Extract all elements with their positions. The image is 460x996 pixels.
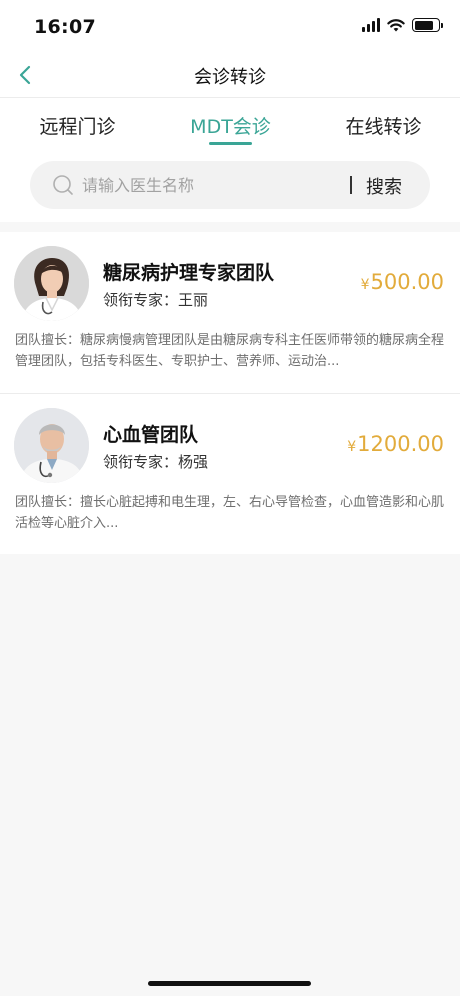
team-name: 糖尿病护理专家团队: [103, 262, 275, 284]
search-button[interactable]: 搜索: [366, 173, 402, 199]
tab-mdt-consultation[interactable]: MDT会诊: [172, 112, 289, 139]
search-icon: [53, 175, 73, 195]
tab-online-referral[interactable]: 在线转诊: [326, 112, 441, 139]
price-amount: 1200.00: [357, 432, 444, 456]
price-amount: 500.00: [370, 270, 444, 294]
avatar: [14, 246, 89, 321]
team-card[interactable]: 心血管团队 领衔专家：杨强 ¥1200.00 团队擅长：擅长心脏起搏和电生理，左…: [0, 394, 460, 554]
cellular-signal-icon: [362, 18, 380, 32]
tab-bar: 远程门诊 MDT会诊 在线转诊: [0, 98, 460, 153]
team-list: 糖尿病护理专家团队 领衔专家：王丽 ¥500.00 团队擅长：糖尿病慢病管理团队…: [0, 232, 460, 554]
status-bar: 16:07: [0, 0, 460, 52]
team-description: 团队擅长：糖尿病慢病管理团队是由糖尿病专科主任医师带领的糖尿病全程管理团队，包括…: [15, 333, 445, 369]
tab-remote-clinic[interactable]: 远程门诊: [20, 112, 135, 139]
search-divider: [350, 176, 352, 194]
status-icons: [362, 18, 443, 32]
home-indicator: [148, 981, 311, 986]
search-section: 搜索: [0, 153, 460, 222]
search-bar: 搜索: [30, 161, 430, 209]
avatar: [14, 408, 89, 483]
wifi-icon: [387, 19, 405, 32]
team-price: ¥1200.00: [347, 432, 444, 456]
team-card[interactable]: 糖尿病护理专家团队 领衔专家：王丽 ¥500.00 团队擅长：糖尿病慢病管理团队…: [0, 232, 460, 394]
status-time: 16:07: [34, 16, 96, 38]
team-description: 团队擅长：擅长心脏起搏和电生理，左、右心导管检查，心血管造影和心肌活检等心脏介入…: [15, 495, 445, 531]
search-input[interactable]: [82, 171, 332, 199]
team-name: 心血管团队: [103, 424, 199, 446]
team-lead-expert: 领衔专家：王丽: [103, 291, 209, 309]
page-title: 会诊转诊: [194, 67, 266, 88]
team-price: ¥500.00: [361, 270, 444, 294]
battery-icon: [412, 18, 443, 32]
female-doctor-avatar-icon: [14, 246, 89, 321]
currency-symbol: ¥: [347, 439, 357, 455]
nav-bar: 会诊转诊: [0, 52, 460, 98]
currency-symbol: ¥: [360, 277, 370, 293]
active-tab-indicator: [209, 142, 252, 145]
male-doctor-avatar-icon: [14, 408, 89, 483]
team-lead-expert: 领衔专家：杨强: [103, 453, 209, 471]
